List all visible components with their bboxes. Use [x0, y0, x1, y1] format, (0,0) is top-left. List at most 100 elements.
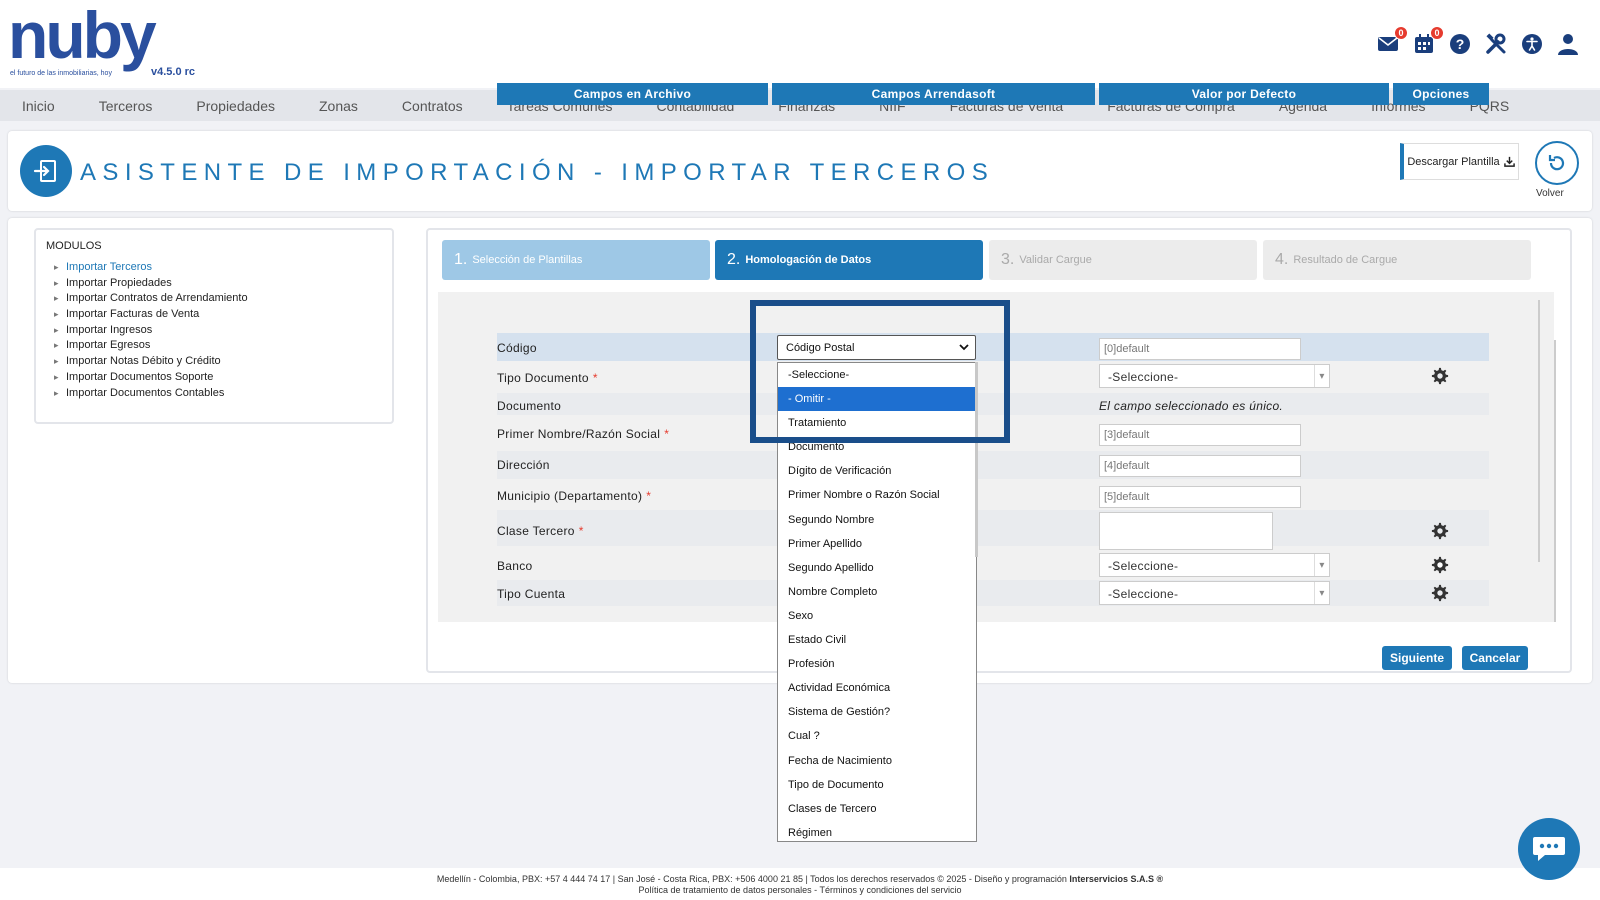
- dropdown-option[interactable]: Tipo de Documento: [778, 773, 976, 797]
- help-icon[interactable]: ?: [1448, 32, 1472, 56]
- header-opciones: Opciones: [1393, 83, 1489, 105]
- module-importar-ingresos[interactable]: Importar Ingresos: [46, 324, 392, 340]
- table-row: [497, 510, 1489, 546]
- app-version: v4.5.0 rc: [151, 66, 196, 78]
- required-mark: *: [646, 489, 652, 503]
- nav-contratos[interactable]: Contratos: [380, 98, 485, 114]
- top-bar: nuby el futuro de las inmobiliarias, hoy…: [0, 0, 1600, 88]
- step-4-label: Resultado de Cargue: [1293, 254, 1398, 266]
- field-label-primer-nombre: Primer Nombre/Razón Social *: [497, 427, 670, 441]
- back-label: Volver: [1536, 188, 1564, 199]
- field-label-municipio: Municipio (Departamento) *: [497, 489, 652, 503]
- module-importar-terceros[interactable]: Importar Terceros: [46, 261, 392, 277]
- nav-terceros[interactable]: Terceros: [77, 98, 175, 114]
- required-mark: *: [592, 371, 598, 385]
- gear-icon[interactable]: [1431, 522, 1449, 540]
- step-1[interactable]: 1. Selección de Plantillas: [442, 240, 710, 280]
- dropdown-option[interactable]: Profesión: [778, 652, 976, 676]
- header-campos-archivo: Campos en Archivo: [497, 83, 768, 105]
- gear-icon[interactable]: [1431, 367, 1449, 385]
- modules-title: MODULOS: [46, 240, 102, 252]
- required-mark: *: [578, 524, 584, 538]
- campos-arrendasoft-select[interactable]: Código Postal: [777, 335, 976, 360]
- default-input-municipio[interactable]: [5]default: [1099, 486, 1301, 508]
- next-button[interactable]: Siguiente: [1382, 646, 1452, 670]
- download-template-label: Descargar Plantilla: [1407, 155, 1500, 168]
- default-multiselect-clase-tercero[interactable]: [1099, 512, 1273, 550]
- module-importar-egresos[interactable]: Importar Egresos: [46, 339, 392, 355]
- dropdown-option[interactable]: Fecha de Nacimiento: [778, 749, 976, 773]
- table-row: [497, 580, 1489, 606]
- dropdown-option[interactable]: Primer Nombre o Razón Social: [778, 483, 976, 507]
- dropdown-scrollbar[interactable]: [975, 362, 978, 557]
- nav-zonas[interactable]: Zonas: [297, 98, 380, 114]
- default-select-tipo-cuenta[interactable]: -Seleccione-: [1099, 581, 1330, 605]
- default-select-banco[interactable]: -Seleccione-: [1099, 553, 1330, 577]
- field-label-codigo: Código: [497, 341, 537, 355]
- dropdown-option[interactable]: Documento: [778, 435, 976, 459]
- dropdown-option[interactable]: Estado Civil: [778, 628, 976, 652]
- logo-tagline: el futuro de las inmobiliarias, hoy: [10, 70, 112, 77]
- step-1-label: Selección de Plantillas: [472, 254, 583, 266]
- chat-button[interactable]: [1518, 818, 1580, 880]
- cancel-button[interactable]: Cancelar: [1462, 646, 1528, 670]
- accessibility-icon[interactable]: [1520, 32, 1544, 56]
- grid-scrollbar[interactable]: [1538, 300, 1540, 562]
- field-label-documento: Documento: [497, 399, 562, 413]
- tools-icon[interactable]: [1484, 32, 1508, 56]
- step-2-label: Homologación de Datos: [745, 254, 872, 266]
- download-icon: [1503, 156, 1515, 167]
- module-importar-documentos-contables[interactable]: Importar Documentos Contables: [46, 387, 392, 403]
- download-template-button[interactable]: Descargar Plantilla: [1400, 143, 1519, 180]
- dropdown-option[interactable]: Primer Apellido: [778, 532, 976, 556]
- dropdown-option[interactable]: Segundo Nombre: [778, 508, 976, 532]
- chevron-down-icon: [959, 344, 969, 351]
- dropdown-option[interactable]: Sexo: [778, 604, 976, 628]
- dropdown-option[interactable]: Cual ?: [778, 724, 976, 748]
- module-importar-notas[interactable]: Importar Notas Débito y Crédito: [46, 355, 392, 371]
- table-row: [497, 451, 1489, 479]
- step-2[interactable]: 2. Homologación de Datos: [715, 240, 983, 280]
- panel-scrollbar[interactable]: [1554, 340, 1556, 622]
- nuby-logo[interactable]: nuby el futuro de las inmobiliarias, hoy: [8, 2, 168, 80]
- module-importar-propiedades[interactable]: Importar Propiedades: [46, 277, 392, 293]
- dropdown-option[interactable]: Nombre Completo: [778, 580, 976, 604]
- default-input-codigo[interactable]: [0]default: [1099, 338, 1301, 360]
- table-row: [497, 393, 1489, 415]
- title-panel: ASISTENTE DE IMPORTACIÓN - IMPORTAR TERC…: [8, 131, 1592, 211]
- default-select-tipo-documento[interactable]: -Seleccione-: [1099, 364, 1330, 388]
- user-icon[interactable]: [1556, 32, 1580, 56]
- footer-links[interactable]: Política de tratamiento de datos persona…: [0, 885, 1600, 896]
- mail-icon[interactable]: 0: [1376, 26, 1408, 56]
- field-label-clase-tercero: Clase Tercero *: [497, 524, 584, 538]
- logo-text: nuby: [8, 0, 157, 72]
- dropdown-option[interactable]: Actividad Económica: [778, 676, 976, 700]
- required-mark: *: [664, 427, 670, 441]
- dropdown-option[interactable]: Régimen: [778, 821, 976, 845]
- dropdown-option[interactable]: Tratamiento: [778, 411, 976, 435]
- module-importar-facturas-venta[interactable]: Importar Facturas de Venta: [46, 308, 392, 324]
- module-importar-documentos-soporte[interactable]: Importar Documentos Soporte: [46, 371, 392, 387]
- nav-propiedades[interactable]: Propiedades: [174, 98, 297, 114]
- field-label-tipo-cuenta: Tipo Cuenta: [497, 587, 566, 601]
- dropdown-option-highlighted[interactable]: - Omitir -: [778, 387, 976, 412]
- nav-inicio[interactable]: Inicio: [0, 98, 77, 114]
- dropdown-option[interactable]: Clases de Tercero: [778, 797, 976, 821]
- calendar-icon[interactable]: 0: [1412, 26, 1444, 56]
- dropdown-option[interactable]: Sistema de Gestión?: [778, 700, 976, 724]
- table-row-selected[interactable]: [497, 333, 1489, 361]
- dropdown-option[interactable]: Dígito de Verificación: [778, 459, 976, 483]
- dropdown-option[interactable]: Segundo Apellido: [778, 556, 976, 580]
- step-3: 3. Validar Cargue: [989, 240, 1257, 280]
- header-campos-arrendasoft: Campos Arrendasoft: [772, 83, 1095, 105]
- module-importar-contratos[interactable]: Importar Contratos de Arrendamiento: [46, 292, 392, 308]
- default-input-primer-nombre[interactable]: [3]default: [1099, 424, 1301, 446]
- gear-icon[interactable]: [1431, 584, 1449, 602]
- default-input-direccion[interactable]: [4]default: [1099, 455, 1301, 477]
- dropdown-option[interactable]: -Seleccione-: [778, 363, 976, 387]
- page-title: ASISTENTE DE IMPORTACIÓN - IMPORTAR TERC…: [80, 159, 995, 186]
- chat-icon: [1533, 837, 1565, 861]
- top-icons: 0 0 ?: [1376, 26, 1580, 56]
- gear-icon[interactable]: [1431, 556, 1449, 574]
- back-button[interactable]: [1535, 141, 1579, 185]
